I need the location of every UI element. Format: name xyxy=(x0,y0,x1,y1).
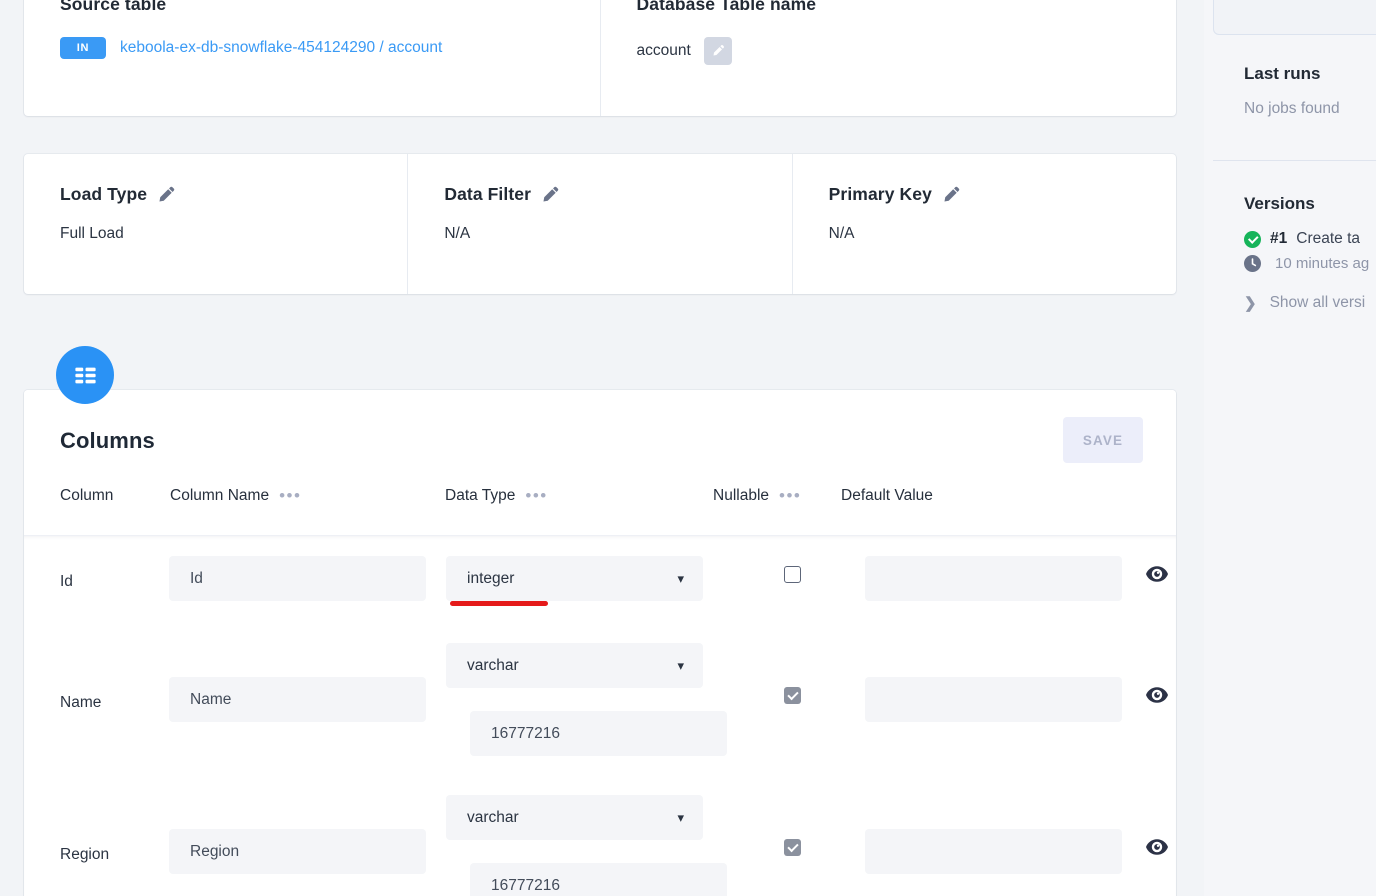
sidebar-last-runs-section: Last runs No jobs found xyxy=(1244,64,1376,118)
data-type-length-input[interactable] xyxy=(470,863,727,896)
source-table-value: IN keboola-ex-db-snowflake-454124290 / a… xyxy=(60,37,564,59)
load-type-value: Full Load xyxy=(60,225,124,242)
columns-card: Columns SAVE Column Column Name ••• Data… xyxy=(24,390,1176,896)
eye-icon[interactable] xyxy=(1146,566,1168,588)
last-runs-empty-text: No jobs found xyxy=(1244,100,1340,117)
right-sidebar: Last runs No jobs found Versions #1 Crea… xyxy=(1204,0,1376,896)
main-content: Source table IN keboola-ex-db-snowflake-… xyxy=(0,0,1204,896)
in-badge: IN xyxy=(60,37,106,59)
default-value-input[interactable] xyxy=(865,829,1122,874)
database-table-name-cell: Database Table name account xyxy=(599,0,1177,116)
row-column-label: Region xyxy=(60,846,110,863)
last-runs-title: Last runs xyxy=(1244,64,1321,83)
database-table-name-value: account xyxy=(636,42,691,59)
primary-key-title: Primary Key xyxy=(828,184,932,204)
column-name-input[interactable] xyxy=(169,556,426,601)
source-summary-card: Source table IN keboola-ex-db-snowflake-… xyxy=(24,0,1176,116)
columns-table-body: Id integer ▾ xyxy=(24,535,1176,896)
chevron-down-icon: ▾ xyxy=(677,658,684,673)
pencil-icon xyxy=(943,186,960,203)
edit-database-table-name-button[interactable] xyxy=(703,37,732,65)
data-type-options-icon[interactable]: ••• xyxy=(525,487,547,504)
sidebar-partial-card xyxy=(1213,0,1376,35)
source-table-title: Source table xyxy=(60,0,167,14)
table-settings-card: Load Type Full Load Data Filter N/A Prim… xyxy=(24,154,1176,294)
nullable-checkbox[interactable] xyxy=(784,566,801,583)
version-time: 10 minutes ag xyxy=(1275,255,1370,272)
load-type-title: Load Type xyxy=(60,184,148,204)
data-filter-header: Data Filter xyxy=(444,184,755,205)
primary-key-cell: Primary Key N/A xyxy=(791,154,1176,294)
row-column-label: Id xyxy=(60,573,73,590)
table-grid-icon xyxy=(56,346,114,404)
sidebar-divider xyxy=(1213,160,1376,161)
columns-card-header: Columns SAVE Column Column Name ••• Data… xyxy=(24,390,1176,535)
pencil-icon xyxy=(158,186,175,203)
version-number: #1 xyxy=(1270,230,1288,247)
data-filter-cell: Data Filter N/A xyxy=(407,154,791,294)
header-nullable: Nullable ••• xyxy=(713,486,802,505)
column-name-input[interactable] xyxy=(169,829,426,874)
data-type-value: integer xyxy=(467,569,515,587)
show-all-versions-label: Show all versi xyxy=(1269,294,1366,311)
default-value-input[interactable] xyxy=(865,556,1122,601)
edit-load-type-button[interactable] xyxy=(157,185,176,204)
version-entry[interactable]: #1 Create ta xyxy=(1244,230,1376,248)
default-value-input[interactable] xyxy=(865,677,1122,722)
source-table-cell: Source table IN keboola-ex-db-snowflake-… xyxy=(24,0,600,116)
eye-icon[interactable] xyxy=(1146,839,1168,861)
chevron-down-icon: ▾ xyxy=(677,571,684,586)
annotation-underline xyxy=(450,601,548,606)
header-column: Column xyxy=(60,487,114,504)
edit-primary-key-button[interactable] xyxy=(942,185,961,204)
save-button[interactable]: SAVE xyxy=(1063,417,1143,463)
data-filter-title: Data Filter xyxy=(444,184,532,204)
header-column-name: Column Name ••• xyxy=(170,486,302,505)
source-table-link[interactable]: keboola-ex-db-snowflake-454124290 / acco… xyxy=(120,39,442,57)
primary-key-header: Primary Key xyxy=(829,184,1140,205)
nullable-checkbox[interactable] xyxy=(784,687,801,704)
pencil-icon xyxy=(711,44,725,58)
data-type-length-input[interactable] xyxy=(470,711,727,756)
load-type-cell: Load Type Full Load xyxy=(24,154,407,294)
primary-key-value: N/A xyxy=(828,225,855,242)
header-default-value: Default Value xyxy=(841,487,933,504)
show-all-versions-link[interactable]: ❯ Show all versi xyxy=(1244,294,1376,312)
data-filter-value: N/A xyxy=(444,225,471,242)
edit-data-filter-button[interactable] xyxy=(541,185,560,204)
database-table-name-title: Database Table name xyxy=(636,0,817,14)
columns-table-header-row: Column Column Name ••• Data Type ••• Nul… xyxy=(24,482,1176,535)
data-type-select[interactable]: varchar ▾ xyxy=(446,795,703,840)
sidebar-versions-section: Versions #1 Create ta 10 minutes ag ❯ Sh… xyxy=(1244,194,1376,312)
check-circle-icon xyxy=(1244,230,1261,248)
page-title: Columns xyxy=(60,428,155,453)
page-root: Source table IN keboola-ex-db-snowflake-… xyxy=(0,0,1376,896)
nullable-checkbox[interactable] xyxy=(784,839,801,856)
version-timestamp-row: 10 minutes ag xyxy=(1244,255,1376,272)
version-label: Create ta xyxy=(1296,230,1361,247)
column-name-input[interactable] xyxy=(169,677,426,722)
column-name-options-icon[interactable]: ••• xyxy=(279,487,301,504)
chevron-down-icon: ▾ xyxy=(677,810,684,825)
row-column-label: Name xyxy=(60,694,102,711)
header-data-type: Data Type ••• xyxy=(445,486,548,505)
load-type-header: Load Type xyxy=(60,184,371,205)
pencil-icon xyxy=(542,186,559,203)
data-type-value: varchar xyxy=(467,808,519,826)
clock-icon xyxy=(1244,255,1261,272)
database-table-name-value-row: account xyxy=(637,37,1141,65)
nullable-options-icon[interactable]: ••• xyxy=(779,487,801,504)
eye-icon[interactable] xyxy=(1146,687,1168,709)
chevron-right-icon: ❯ xyxy=(1244,295,1257,312)
data-type-value: varchar xyxy=(467,656,519,674)
data-type-select[interactable]: varchar ▾ xyxy=(446,643,703,688)
data-type-select[interactable]: integer ▾ xyxy=(446,556,703,601)
versions-title: Versions xyxy=(1244,194,1315,213)
